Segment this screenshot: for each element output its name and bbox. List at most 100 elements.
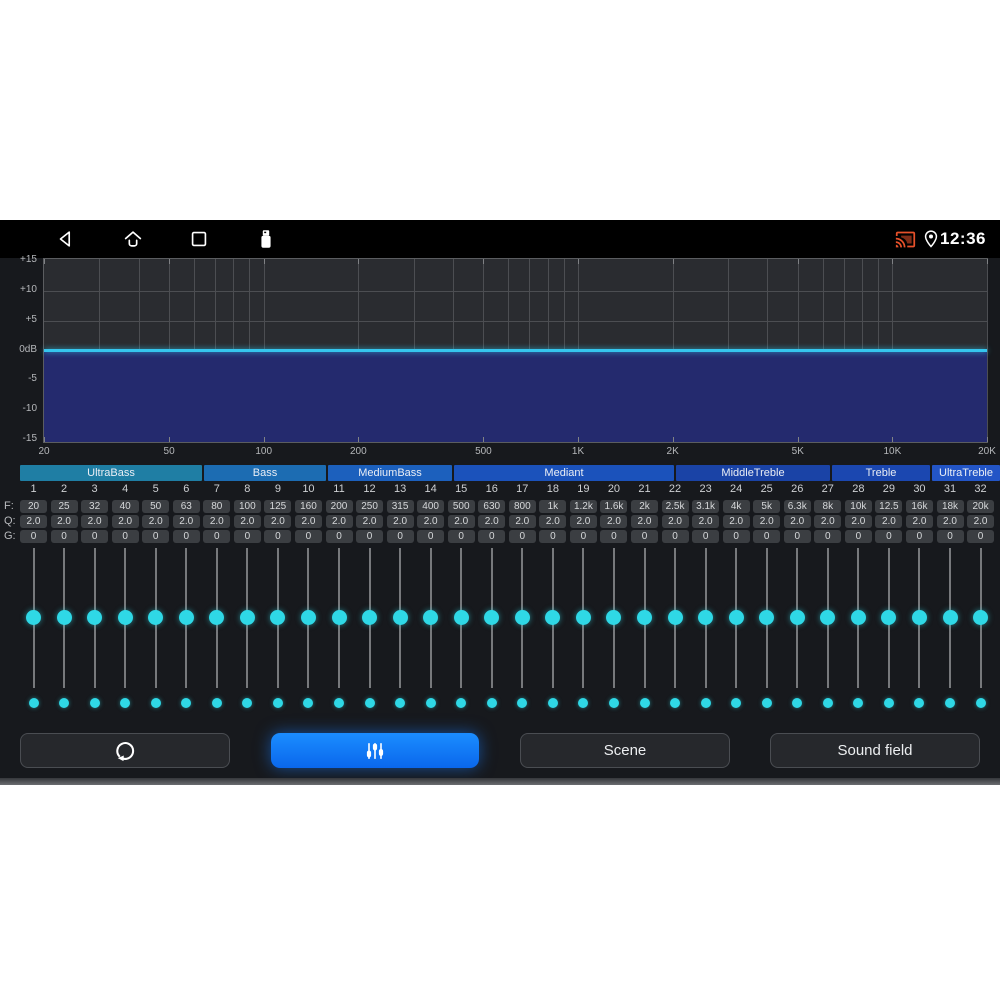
gain-slider-knob[interactable] bbox=[850, 609, 866, 625]
q-value-pill[interactable]: 2.0 bbox=[905, 515, 933, 528]
gain-slider-knob[interactable] bbox=[820, 609, 836, 625]
gain-slider-knob[interactable] bbox=[362, 609, 378, 625]
frequency-value-pill[interactable]: 630 bbox=[478, 500, 506, 513]
gain-value-pill[interactable]: 0 bbox=[661, 530, 689, 543]
gain-value-pill[interactable]: 0 bbox=[417, 530, 445, 543]
channel-indicator-dot[interactable] bbox=[639, 698, 650, 708]
gain-slider-knob[interactable] bbox=[56, 609, 72, 625]
gain-value-pill[interactable]: 0 bbox=[294, 530, 322, 543]
frequency-value-pill[interactable]: 10k bbox=[844, 500, 872, 513]
frequency-value-pill[interactable]: 80 bbox=[203, 500, 231, 513]
channel-indicator-dot[interactable] bbox=[364, 698, 375, 708]
q-value-pill[interactable]: 2.0 bbox=[753, 515, 781, 528]
channel-indicator-dot[interactable] bbox=[272, 698, 283, 708]
gain-slider-knob[interactable] bbox=[606, 609, 622, 625]
q-value-pill[interactable]: 2.0 bbox=[814, 515, 842, 528]
sound-field-button[interactable]: Sound field bbox=[770, 733, 980, 768]
gain-value-pill[interactable]: 0 bbox=[905, 530, 933, 543]
channel-indicator-dot[interactable] bbox=[456, 698, 467, 708]
q-value-pill[interactable]: 2.0 bbox=[417, 515, 445, 528]
frequency-value-pill[interactable]: 4k bbox=[722, 500, 750, 513]
q-value-pill[interactable]: 2.0 bbox=[111, 515, 139, 528]
frequency-value-pill[interactable]: 8k bbox=[814, 500, 842, 513]
frequency-value-pill[interactable]: 315 bbox=[386, 500, 414, 513]
gain-value-pill[interactable]: 0 bbox=[936, 530, 964, 543]
gain-value-pill[interactable]: 0 bbox=[264, 530, 292, 543]
channel-indicator-dot[interactable] bbox=[578, 698, 589, 708]
frequency-value-pill[interactable]: 400 bbox=[417, 500, 445, 513]
q-value-pill[interactable]: 2.0 bbox=[631, 515, 658, 528]
gain-value-pill[interactable]: 0 bbox=[692, 530, 720, 543]
frequency-value-pill[interactable]: 2.5k bbox=[661, 500, 689, 513]
channel-indicator-dot[interactable] bbox=[517, 698, 528, 708]
channel-indicator-dot[interactable] bbox=[303, 698, 314, 708]
channel-indicator-dot[interactable] bbox=[211, 698, 222, 708]
frequency-value-pill[interactable]: 250 bbox=[356, 500, 384, 513]
q-value-pill[interactable]: 2.0 bbox=[569, 515, 597, 528]
frequency-value-pill[interactable]: 18k bbox=[936, 500, 964, 513]
q-value-pill[interactable]: 2.0 bbox=[722, 515, 750, 528]
frequency-value-pill[interactable]: 1.6k bbox=[600, 500, 628, 513]
channel-indicator-dot[interactable] bbox=[792, 698, 803, 708]
frequency-value-pill[interactable]: 800 bbox=[508, 500, 536, 513]
frequency-value-pill[interactable]: 100 bbox=[233, 500, 261, 513]
gain-value-pill[interactable]: 0 bbox=[172, 530, 200, 543]
frequency-value-pill[interactable]: 200 bbox=[325, 500, 353, 513]
q-value-pill[interactable]: 2.0 bbox=[447, 515, 475, 528]
q-value-pill[interactable]: 2.0 bbox=[508, 515, 536, 528]
frequency-value-pill[interactable]: 25 bbox=[50, 500, 78, 513]
channel-indicator-dot[interactable] bbox=[59, 698, 70, 708]
frequency-value-pill[interactable]: 32 bbox=[81, 500, 109, 513]
gain-value-pill[interactable]: 0 bbox=[539, 530, 567, 543]
gain-value-pill[interactable]: 0 bbox=[447, 530, 475, 543]
gain-slider-knob[interactable] bbox=[637, 609, 652, 625]
q-value-pill[interactable]: 2.0 bbox=[844, 515, 872, 528]
gain-value-pill[interactable]: 0 bbox=[50, 530, 78, 543]
gain-slider-knob[interactable] bbox=[667, 609, 683, 625]
frequency-value-pill[interactable]: 2k bbox=[631, 500, 658, 513]
q-value-pill[interactable]: 2.0 bbox=[325, 515, 353, 528]
gain-slider-knob[interactable] bbox=[484, 609, 500, 625]
channel-indicator-dot[interactable] bbox=[670, 698, 681, 708]
channel-indicator-dot[interactable] bbox=[883, 698, 894, 708]
q-value-pill[interactable]: 2.0 bbox=[600, 515, 628, 528]
gain-value-pill[interactable]: 0 bbox=[233, 530, 261, 543]
channel-indicator-dot[interactable] bbox=[822, 698, 833, 708]
channel-indicator-dot[interactable] bbox=[700, 698, 711, 708]
channel-indicator-dot[interactable] bbox=[242, 698, 253, 708]
channel-indicator-dot[interactable] bbox=[975, 698, 986, 708]
gain-value-pill[interactable]: 0 bbox=[142, 530, 170, 543]
gain-slider-knob[interactable] bbox=[453, 609, 469, 625]
channel-indicator-dot[interactable] bbox=[334, 698, 344, 708]
frequency-value-pill[interactable]: 1k bbox=[539, 500, 567, 513]
gain-slider-knob[interactable] bbox=[881, 609, 897, 625]
q-value-pill[interactable]: 2.0 bbox=[233, 515, 261, 528]
gain-value-pill[interactable]: 0 bbox=[508, 530, 536, 543]
q-value-pill[interactable]: 2.0 bbox=[478, 515, 506, 528]
reset-button[interactable] bbox=[20, 733, 230, 768]
gain-slider-knob[interactable] bbox=[545, 609, 561, 625]
gain-value-pill[interactable]: 0 bbox=[111, 530, 139, 543]
frequency-value-pill[interactable]: 1.2k bbox=[569, 500, 597, 513]
gain-slider-knob[interactable] bbox=[178, 609, 194, 625]
q-value-pill[interactable]: 2.0 bbox=[142, 515, 170, 528]
gain-slider-knob[interactable] bbox=[209, 609, 225, 625]
gain-slider-knob[interactable] bbox=[942, 609, 958, 625]
gain-value-pill[interactable]: 0 bbox=[478, 530, 506, 543]
frequency-value-pill[interactable]: 16k bbox=[905, 500, 933, 513]
channel-indicator-dot[interactable] bbox=[945, 698, 955, 708]
gain-value-pill[interactable]: 0 bbox=[753, 530, 781, 543]
q-value-pill[interactable]: 2.0 bbox=[386, 515, 414, 528]
q-value-pill[interactable]: 2.0 bbox=[294, 515, 322, 528]
channel-indicator-dot[interactable] bbox=[395, 698, 406, 708]
channel-indicator-dot[interactable] bbox=[120, 698, 131, 708]
q-value-pill[interactable]: 2.0 bbox=[661, 515, 689, 528]
frequency-value-pill[interactable]: 63 bbox=[172, 500, 200, 513]
channel-indicator-dot[interactable] bbox=[547, 698, 558, 708]
gain-value-pill[interactable]: 0 bbox=[20, 530, 47, 543]
frequency-value-pill[interactable]: 20 bbox=[20, 500, 47, 513]
gain-slider-knob[interactable] bbox=[911, 609, 927, 625]
gain-value-pill[interactable]: 0 bbox=[81, 530, 109, 543]
gain-slider-knob[interactable] bbox=[575, 609, 591, 625]
gain-value-pill[interactable]: 0 bbox=[600, 530, 628, 543]
